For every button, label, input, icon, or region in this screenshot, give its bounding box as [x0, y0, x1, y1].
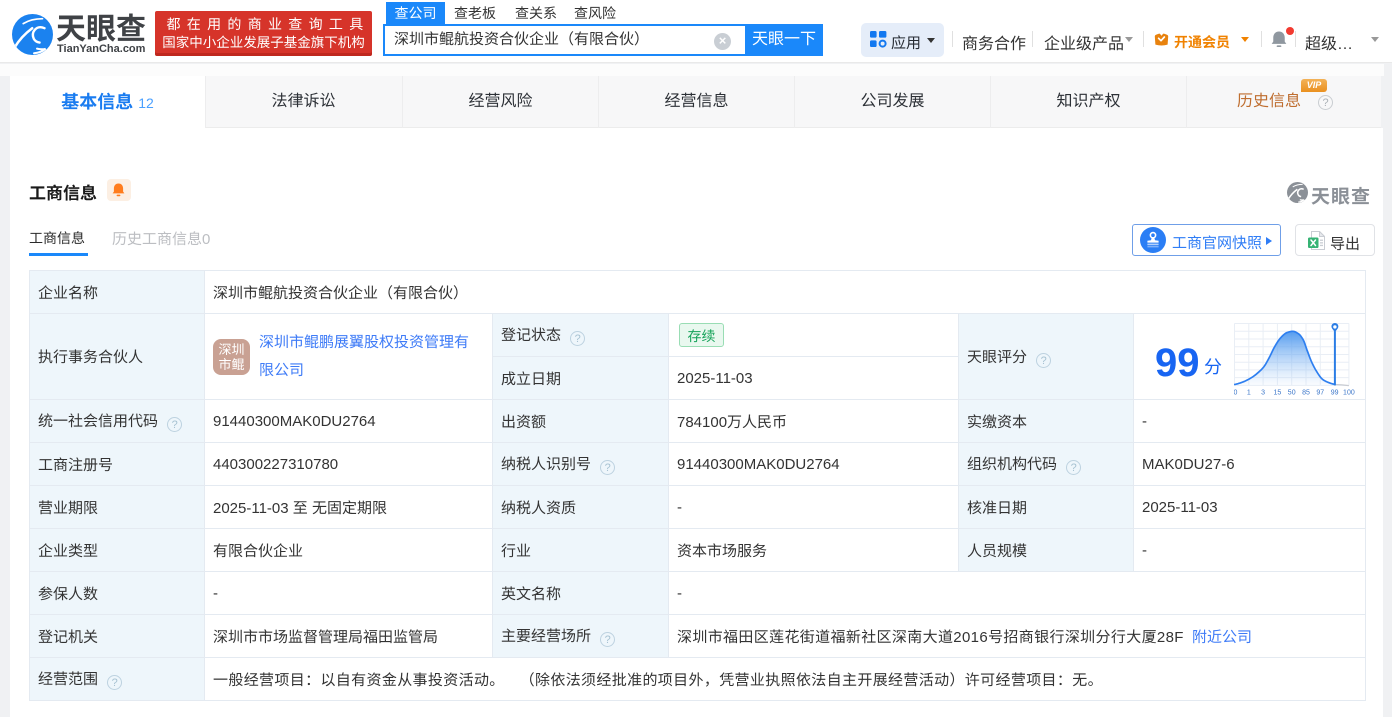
svg-text:99: 99 — [1331, 390, 1339, 397]
svg-text:97: 97 — [1316, 390, 1324, 397]
svg-text:0: 0 — [1234, 390, 1238, 397]
svg-text:50: 50 — [1288, 390, 1296, 397]
svg-text:85: 85 — [1302, 390, 1310, 397]
svg-text:1: 1 — [1247, 390, 1251, 397]
svg-text:3: 3 — [1261, 390, 1265, 397]
svg-text:15: 15 — [1274, 390, 1282, 397]
svg-text:100: 100 — [1343, 390, 1355, 397]
